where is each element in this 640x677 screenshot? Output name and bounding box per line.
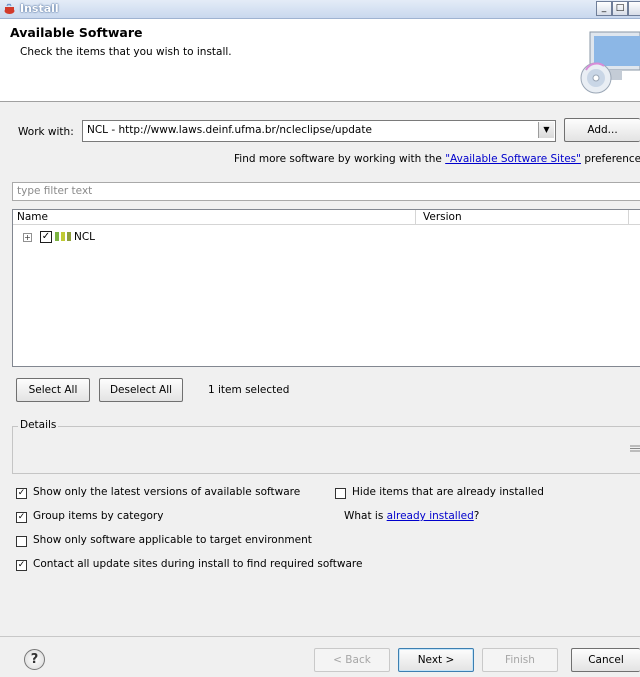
column-version[interactable]: Version	[423, 211, 462, 223]
work-with-value: NCL - http://www.laws.deinf.ufma.br/ncle…	[87, 124, 372, 136]
what-is-installed-text: What is already installed?	[344, 510, 479, 522]
java-cup-icon	[4, 3, 15, 14]
close-button[interactable]	[628, 1, 640, 16]
back-button[interactable]: < Back	[314, 648, 390, 672]
install-banner-icon	[580, 31, 640, 94]
category-icon	[55, 232, 71, 241]
tree-row-label[interactable]: NCL	[74, 231, 95, 243]
filter-placeholder: type filter text	[17, 185, 93, 197]
title-bar[interactable]	[0, 0, 640, 19]
what-is-prefix: What is	[344, 510, 387, 522]
work-with-combo[interactable]: NCL - http://www.laws.deinf.ufma.br/ncle…	[82, 120, 556, 142]
minimize-button[interactable]: _	[596, 1, 612, 16]
find-more-suffix: preferences	[584, 153, 640, 165]
find-more-text: Find more software by working with the "…	[234, 153, 640, 165]
hide-installed-checkbox[interactable]	[335, 488, 346, 499]
selection-status: 1 item selected	[208, 384, 290, 396]
deselect-all-button[interactable]: Deselect All	[99, 378, 183, 402]
filter-input[interactable]: type filter text	[12, 182, 640, 201]
next-button[interactable]: Next >	[398, 648, 474, 672]
latest-versions-label[interactable]: Show only the latest versions of availab…	[33, 486, 300, 498]
help-icon[interactable]: ?	[24, 649, 45, 670]
footer-divider	[0, 636, 640, 637]
page-title: Available Software	[10, 25, 143, 40]
chevron-down-icon[interactable]: ▼	[538, 122, 554, 138]
column-divider[interactable]	[628, 210, 629, 224]
column-name[interactable]: Name	[17, 211, 48, 223]
group-category-label[interactable]: Group items by category	[33, 510, 163, 522]
resize-handle-icon[interactable]	[630, 445, 640, 452]
column-divider[interactable]	[415, 210, 416, 224]
details-label: Details	[18, 419, 59, 431]
group-category-checkbox[interactable]: ✓	[16, 512, 27, 523]
page-description: Check the items that you wish to install…	[20, 46, 232, 58]
expand-plus-icon[interactable]: +	[23, 233, 32, 242]
what-is-suffix: ?	[473, 510, 480, 522]
available-software-sites-link[interactable]: "Available Software Sites"	[445, 153, 581, 165]
applicable-target-checkbox[interactable]	[16, 536, 27, 547]
applicable-target-label[interactable]: Show only software applicable to target …	[33, 534, 312, 546]
finish-button[interactable]: Finish	[482, 648, 558, 672]
details-group	[12, 426, 640, 474]
work-with-label: Work with:	[18, 126, 74, 138]
already-installed-link[interactable]: already installed	[387, 510, 474, 522]
maximize-button[interactable]: □	[612, 1, 628, 16]
tree-header: Name Version	[13, 210, 640, 225]
add-site-button[interactable]: Add...	[564, 118, 640, 142]
latest-versions-checkbox[interactable]: ✓	[16, 488, 27, 499]
ncl-checkbox[interactable]: ✓	[40, 231, 52, 243]
window-title: Install	[20, 2, 59, 15]
cancel-button[interactable]: Cancel	[571, 648, 640, 672]
software-tree[interactable]: Name Version + ✓ NCL	[12, 209, 640, 367]
find-more-prefix: Find more software by working with the	[234, 153, 446, 165]
hide-installed-label[interactable]: Hide items that are already installed	[352, 486, 544, 498]
select-all-button[interactable]: Select All	[16, 378, 90, 402]
contact-sites-checkbox[interactable]: ✓	[16, 560, 27, 571]
contact-sites-label[interactable]: Contact all update sites during install …	[33, 558, 362, 570]
